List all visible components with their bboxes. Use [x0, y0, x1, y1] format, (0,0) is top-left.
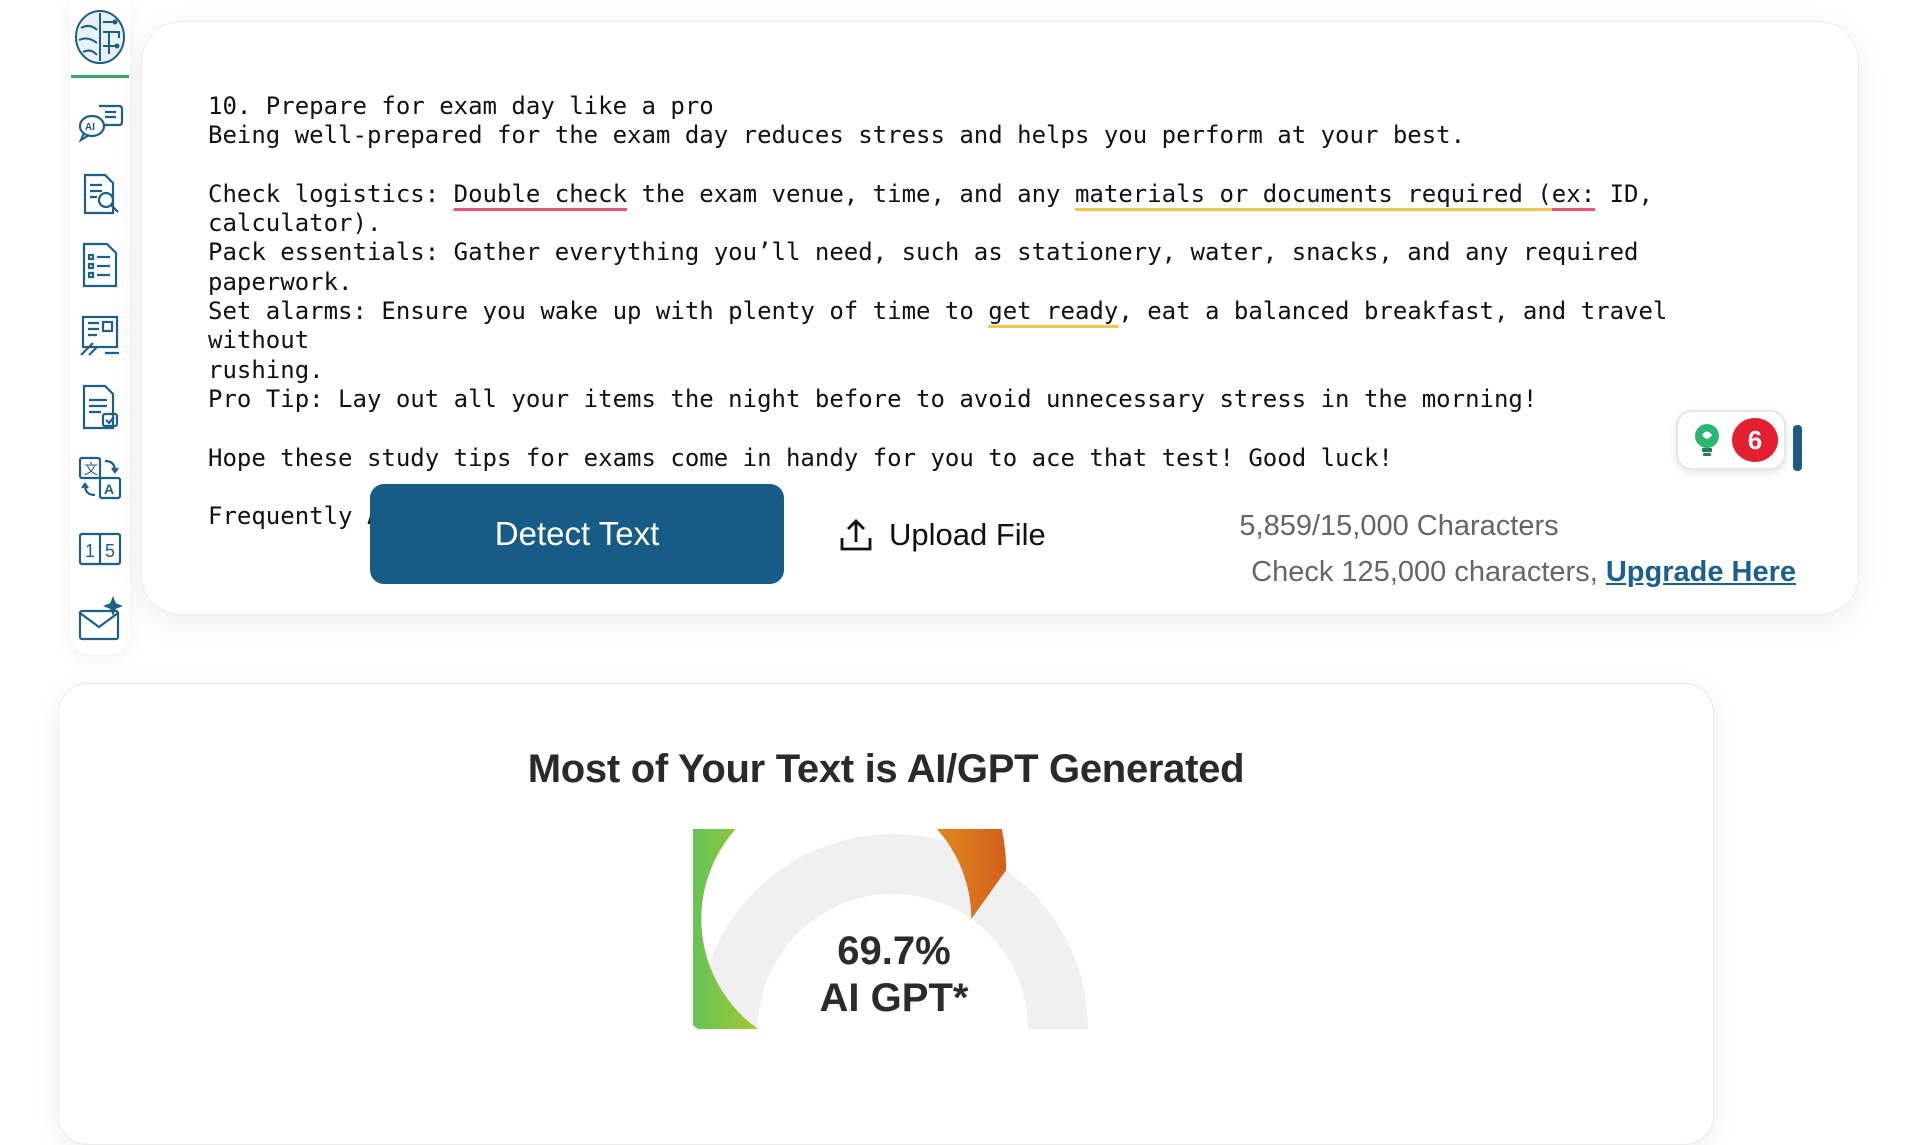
- text-input-card: 10. Prepare for exam day like a pro Bein…: [141, 21, 1859, 615]
- document-search-icon[interactable]: [70, 159, 130, 230]
- svg-text:5: 5: [105, 541, 115, 561]
- grammar-bulb-icon: [1695, 424, 1719, 456]
- text-line: Pro Tip: Lay out all your items the nigh…: [208, 384, 1538, 413]
- text-line: ID,: [1595, 179, 1653, 208]
- upgrade-prefix: Check 125,000 characters,: [1251, 556, 1606, 588]
- upgrade-message: Check 125,000 characters, Upgrade Here: [1251, 556, 1796, 589]
- text-input-area[interactable]: 10. Prepare for exam day like a pro Bein…: [208, 92, 1768, 530]
- ai-chat-icon[interactable]: AI: [70, 88, 130, 159]
- number-compare-icon[interactable]: 1 5: [70, 513, 130, 584]
- issue-count-badge: 6: [1732, 418, 1778, 462]
- text-line: the exam venue, time, and any: [627, 179, 1075, 208]
- ai-gpt-label: AI GPT*: [819, 976, 969, 1020]
- text-line: calculator).: [208, 209, 382, 238]
- svg-text:1: 1: [85, 541, 95, 561]
- text-line: rushing.: [208, 355, 324, 384]
- text-line: 10. Prepare for exam day like a pro: [208, 92, 714, 120]
- text-line: Pack essentials: Gather everything you’l…: [208, 238, 1653, 296]
- svg-text:AI: AI: [85, 122, 95, 133]
- grammar-widget[interactable]: 6: [1676, 410, 1786, 470]
- upload-icon: [840, 519, 872, 551]
- tool-sidebar: AI 文 A 1 5: [70, 0, 130, 655]
- svg-text:A: A: [104, 481, 114, 497]
- document-check-icon[interactable]: [70, 371, 130, 442]
- style-suggestion[interactable]: get ready: [988, 297, 1118, 325]
- brain-logo-icon[interactable]: [71, 0, 129, 78]
- character-count: 5,859/15,000 Characters: [1239, 510, 1559, 542]
- translate-icon[interactable]: 文 A: [70, 442, 130, 513]
- content-tools-icon[interactable]: [70, 301, 130, 372]
- detect-text-button[interactable]: Detect Text: [370, 484, 784, 584]
- svg-text:文: 文: [84, 462, 98, 478]
- text-line: Check logistics:: [208, 179, 454, 208]
- spelling-suggestion[interactable]: Double check: [454, 180, 627, 208]
- textarea-resize-handle[interactable]: [1793, 425, 1802, 471]
- mail-sparkle-icon[interactable]: [70, 584, 130, 655]
- text-line: Being well-prepared for the exam day red…: [208, 121, 1466, 150]
- detection-result-card: Most of Your Text is AI/GPT Generated 69…: [58, 683, 1714, 1145]
- text-line: Hope these study tips for exams come in …: [208, 443, 1393, 472]
- upgrade-link[interactable]: Upgrade Here: [1606, 556, 1796, 588]
- upload-file-label: Upload File: [889, 517, 1046, 552]
- text-line: Set alarms: Ensure you wake up with plen…: [208, 297, 989, 326]
- document-list-icon[interactable]: [70, 230, 130, 301]
- upload-file-button[interactable]: Upload File: [837, 510, 1046, 560]
- result-title: Most of Your Text is AI/GPT Generated: [527, 747, 1245, 791]
- style-suggestion[interactable]: materials or documents required (: [1075, 180, 1552, 208]
- spelling-suggestion[interactable]: ex:: [1552, 180, 1595, 208]
- ai-percentage: 69.7%: [837, 929, 951, 973]
